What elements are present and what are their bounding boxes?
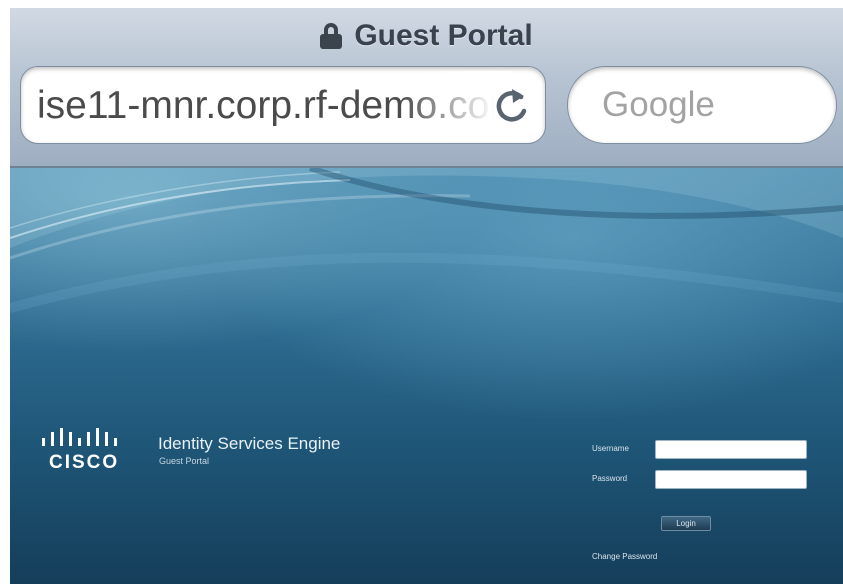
browser-window: Guest Portal ise11-mnr.corp.rf-demo.com	[10, 8, 843, 584]
product-subtitle: Guest Portal	[159, 456, 210, 466]
cisco-branding: CISCO Identity Services Engine Guest Por…	[38, 426, 398, 476]
address-bar[interactable]: ise11-mnr.corp.rf-demo.com	[20, 66, 546, 144]
portal-page: CISCO Identity Services Engine Guest Por…	[10, 168, 843, 584]
search-input[interactable]	[567, 66, 837, 144]
cisco-bars-icon	[42, 428, 117, 446]
username-field[interactable]	[655, 440, 807, 459]
change-password-link[interactable]: Change Password	[592, 552, 657, 561]
reload-icon[interactable]	[491, 85, 531, 127]
page-title-bar: Guest Portal	[10, 16, 843, 56]
password-label: Password	[592, 474, 628, 483]
cisco-wordmark: CISCO	[49, 452, 120, 473]
login-form: Username Password Login Change Password	[570, 438, 830, 578]
password-field[interactable]	[655, 470, 807, 489]
login-button[interactable]: Login	[661, 516, 711, 531]
browser-toolbar: Guest Portal ise11-mnr.corp.rf-demo.com	[10, 8, 843, 168]
page-title: Guest Portal	[354, 19, 533, 52]
cisco-logo: CISCO	[38, 426, 133, 473]
background-swoosh	[10, 168, 843, 313]
product-name: Identity Services Engine	[158, 434, 341, 453]
lock-icon	[320, 23, 343, 49]
username-label: Username	[592, 444, 629, 453]
